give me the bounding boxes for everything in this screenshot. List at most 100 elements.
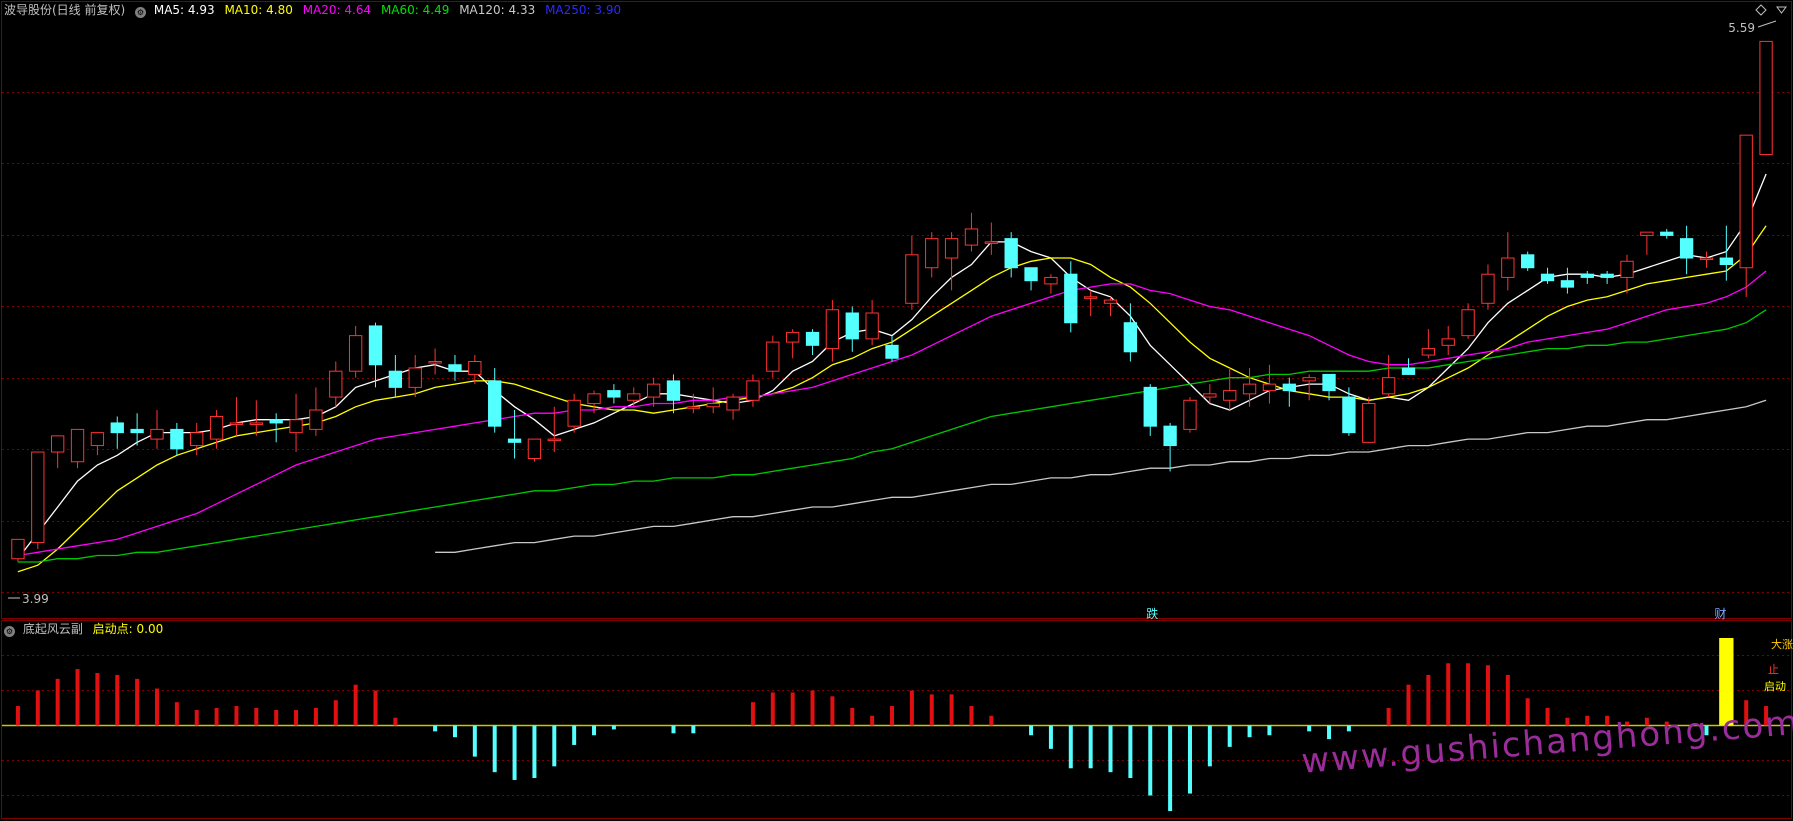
candle-body <box>150 428 164 440</box>
high-price-label: 5.59 <box>1728 21 1755 35</box>
indicator-name: 底起风云副 <box>22 622 83 636</box>
histogram-bar <box>1346 725 1351 732</box>
candle-body <box>170 428 184 450</box>
candle-body <box>507 438 522 443</box>
histogram-bar <box>294 709 299 726</box>
candle-body <box>786 331 800 343</box>
candle-body <box>1242 383 1257 395</box>
candle-body <box>1163 425 1177 447</box>
main-panel-frame <box>1 1 1792 619</box>
histogram-bar <box>1466 663 1471 726</box>
histogram-bar <box>254 708 259 726</box>
candle-body <box>627 393 641 401</box>
histogram-bar <box>115 674 120 726</box>
candle-body <box>209 415 224 440</box>
histogram-bar <box>1148 725 1153 796</box>
candle-body <box>1083 296 1098 299</box>
histogram-bar <box>1029 725 1034 736</box>
candle-body <box>1024 267 1038 282</box>
histogram-bar <box>75 669 80 726</box>
histogram-bar <box>770 692 775 726</box>
histogram-bar <box>830 696 835 726</box>
histogram-bar <box>1128 725 1133 778</box>
candle-body <box>964 228 979 246</box>
histogram-bar <box>353 684 358 726</box>
ma20-line <box>17 270 1767 557</box>
candle-body <box>1620 260 1634 278</box>
candle-body <box>1381 377 1396 395</box>
ma5-label: MA5: 4.93 <box>153 3 215 17</box>
histogram-bar <box>393 717 398 726</box>
candle-body <box>1739 134 1753 269</box>
candle-body <box>1282 383 1296 392</box>
candle-body <box>190 432 204 447</box>
candle-body <box>70 428 85 463</box>
histogram-bar <box>572 725 577 745</box>
qidong-signal-label: 启动 <box>1764 680 1786 693</box>
histogram-bar <box>512 725 517 780</box>
histogram-bar <box>671 725 676 734</box>
ma20-label: MA20: 4.64 <box>302 3 372 17</box>
candle-body <box>686 406 701 409</box>
histogram-bar <box>1247 725 1252 738</box>
histogram-bar <box>1386 708 1391 726</box>
candle-body <box>31 451 45 544</box>
ma120-line <box>435 399 1767 553</box>
candle-body <box>1660 231 1674 236</box>
candle-body <box>428 361 442 364</box>
candle-body <box>547 438 561 442</box>
histogram-bar <box>274 709 279 726</box>
histogram-bar <box>1068 725 1073 769</box>
high-marker <box>1757 20 1777 28</box>
cai-marker-label: 财 <box>1714 607 1726 621</box>
histogram-bar <box>214 708 219 726</box>
candle-body <box>1540 273 1555 282</box>
histogram-bar <box>1168 725 1173 812</box>
candle-body <box>130 428 144 434</box>
histogram-bar <box>15 706 20 726</box>
histogram-bar <box>750 702 755 726</box>
candle-body <box>905 254 919 304</box>
candle-body <box>885 344 899 359</box>
candle-body <box>1421 348 1436 356</box>
histogram-bar <box>989 715 994 726</box>
histogram-bar <box>870 715 875 726</box>
candle-body <box>1759 40 1773 156</box>
candle-body <box>925 238 939 269</box>
candle-body <box>1640 231 1654 236</box>
histogram-bar <box>333 700 338 726</box>
histogram-bar <box>611 725 616 730</box>
candle-body <box>51 435 65 453</box>
candle-body <box>388 370 403 388</box>
histogram-bar <box>1267 725 1272 736</box>
candle-body <box>1699 257 1714 261</box>
main-header: 波导股份(日线 前复权) ⚙ MA5: 4.93 MA10: 4.80 MA20… <box>4 2 627 18</box>
candle-body <box>1123 322 1138 353</box>
candle-body <box>1322 373 1336 392</box>
histogram-bar <box>810 690 815 726</box>
candle-body <box>984 241 998 244</box>
histogram-bar <box>313 708 318 726</box>
histogram-bar <box>154 688 159 726</box>
candle-body <box>269 419 283 424</box>
histogram-bar <box>1485 665 1490 726</box>
candle-body <box>1302 377 1316 382</box>
kline-chart[interactable]: 5.59 3.99 跌 财大涨止启动 <box>0 0 1793 821</box>
candle-body <box>90 432 105 447</box>
settings-gear-icon[interactable]: ⚙ <box>135 7 147 18</box>
histogram-bar <box>1406 684 1411 726</box>
sub-panel-frame <box>1 620 1792 819</box>
ma250-label: MA250: 3.90 <box>545 3 622 17</box>
candle-body <box>726 396 740 411</box>
histogram-bar <box>1227 725 1232 747</box>
histogram-bar <box>850 708 855 726</box>
histogram-bar <box>1446 663 1451 726</box>
ma5-line <box>17 173 1767 560</box>
histogram-bar <box>1505 674 1510 726</box>
candle-body <box>1441 338 1455 346</box>
low-price-label: 3.99 <box>22 592 49 606</box>
sub-settings-gear-icon[interactable]: ⚙ <box>4 626 15 637</box>
candle-body <box>1501 257 1515 278</box>
candle-body <box>607 390 621 398</box>
sub-header: ⚙ 底起风云副 启动点: 0.00 <box>4 621 169 637</box>
